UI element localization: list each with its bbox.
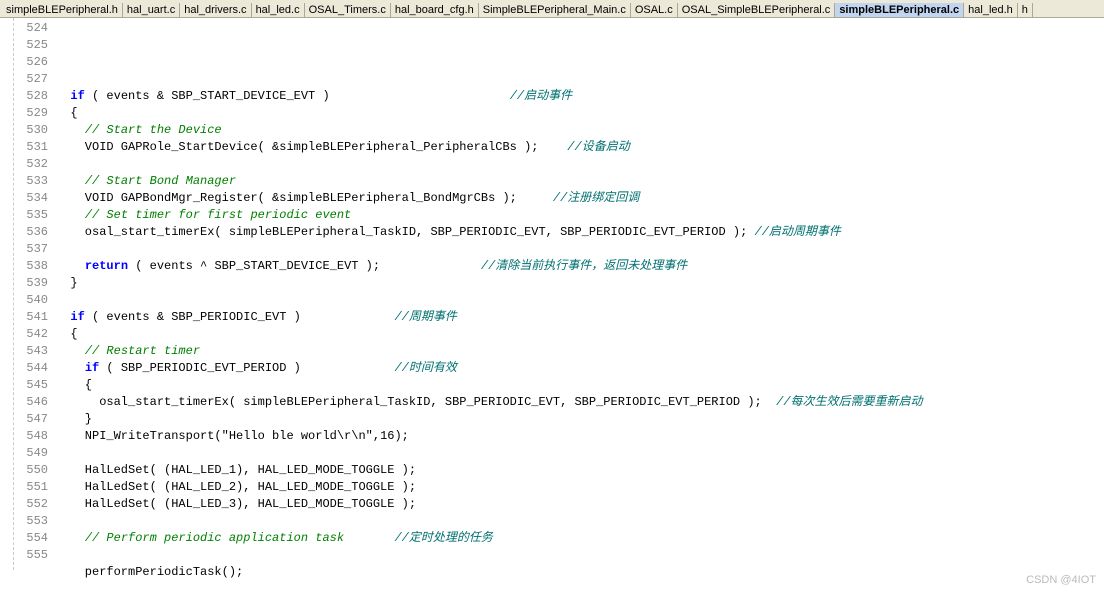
- line-number: 536: [14, 224, 48, 241]
- line-number-gutter: 5245255265275285295305315325335345355365…: [14, 18, 56, 570]
- line-number: 538: [14, 258, 48, 275]
- file-tab[interactable]: simpleBLEPeripheral.c: [835, 3, 964, 17]
- line-number: 544: [14, 360, 48, 377]
- code-line[interactable]: // Set timer for first periodic event: [56, 207, 1104, 224]
- file-tab[interactable]: hal_led.c: [252, 3, 305, 17]
- line-number: 535: [14, 207, 48, 224]
- line-number: 546: [14, 394, 48, 411]
- code-line[interactable]: [56, 241, 1104, 258]
- line-number: 545: [14, 377, 48, 394]
- code-line[interactable]: [56, 292, 1104, 309]
- code-line[interactable]: NPI_WriteTransport("Hello ble world\r\n"…: [56, 428, 1104, 445]
- line-number: 537: [14, 241, 48, 258]
- fold-gutter: [0, 18, 14, 570]
- code-line[interactable]: if ( SBP_PERIODIC_EVT_PERIOD ) //时间有效: [56, 360, 1104, 377]
- line-number: 532: [14, 156, 48, 173]
- line-number: 553: [14, 513, 48, 530]
- code-line[interactable]: {: [56, 377, 1104, 394]
- file-tab[interactable]: hal_drivers.c: [180, 3, 251, 17]
- code-line[interactable]: [56, 445, 1104, 462]
- code-line[interactable]: [56, 513, 1104, 530]
- code-line[interactable]: VOID GAPBondMgr_Register( &simpleBLEPeri…: [56, 190, 1104, 207]
- file-tab[interactable]: hal_led.h: [964, 3, 1018, 17]
- line-number: 531: [14, 139, 48, 156]
- code-line[interactable]: {: [56, 105, 1104, 122]
- file-tab[interactable]: h: [1018, 3, 1033, 17]
- code-line[interactable]: [56, 547, 1104, 564]
- file-tab[interactable]: OSAL.c: [631, 3, 678, 17]
- code-line[interactable]: [56, 71, 1104, 88]
- code-line[interactable]: }: [56, 411, 1104, 428]
- line-number: 555: [14, 547, 48, 564]
- code-line[interactable]: HalLedSet( (HAL_LED_1), HAL_LED_MODE_TOG…: [56, 462, 1104, 479]
- line-number: 526: [14, 54, 48, 71]
- line-number: 524: [14, 20, 48, 37]
- file-tab[interactable]: simpleBLEPeripheral.h: [2, 3, 123, 17]
- file-tab[interactable]: hal_uart.c: [123, 3, 180, 17]
- line-number: 529: [14, 105, 48, 122]
- code-text-area[interactable]: if ( events & SBP_START_DEVICE_EVT ) //启…: [56, 18, 1104, 570]
- code-line[interactable]: performPeriodicTask();: [56, 564, 1104, 581]
- line-number: 539: [14, 275, 48, 292]
- code-line[interactable]: HalLedSet( (HAL_LED_3), HAL_LED_MODE_TOG…: [56, 496, 1104, 513]
- file-tab[interactable]: hal_board_cfg.h: [391, 3, 479, 17]
- code-line[interactable]: if ( events & SBP_PERIODIC_EVT ) //周期事件: [56, 309, 1104, 326]
- watermark: CSDN @4IOT: [1026, 574, 1096, 586]
- code-line[interactable]: [56, 156, 1104, 173]
- line-number: 549: [14, 445, 48, 462]
- line-number: 540: [14, 292, 48, 309]
- file-tab[interactable]: SimpleBLEPeripheral_Main.c: [479, 3, 631, 17]
- file-tab[interactable]: OSAL_SimpleBLEPeripheral.c: [678, 3, 836, 17]
- line-number: 554: [14, 530, 48, 547]
- tab-bar: simpleBLEPeripheral.hhal_uart.chal_drive…: [0, 0, 1104, 18]
- code-line[interactable]: osal_start_timerEx( simpleBLEPeripheral_…: [56, 224, 1104, 241]
- line-number: 542: [14, 326, 48, 343]
- code-line[interactable]: return ( events ^ SBP_START_DEVICE_EVT )…: [56, 258, 1104, 275]
- file-tab[interactable]: OSAL_Timers.c: [305, 3, 391, 17]
- code-editor[interactable]: 5245255265275285295305315325335345355365…: [0, 18, 1104, 570]
- line-number: 543: [14, 343, 48, 360]
- line-number: 552: [14, 496, 48, 513]
- code-line[interactable]: [56, 581, 1104, 598]
- line-number: 548: [14, 428, 48, 445]
- code-line[interactable]: [56, 598, 1104, 615]
- line-number: 534: [14, 190, 48, 207]
- line-number: 550: [14, 462, 48, 479]
- code-line[interactable]: VOID GAPRole_StartDevice( &simpleBLEPeri…: [56, 139, 1104, 156]
- code-line[interactable]: {: [56, 326, 1104, 343]
- line-number: 547: [14, 411, 48, 428]
- line-number: 527: [14, 71, 48, 88]
- code-line[interactable]: osal_start_timerEx( simpleBLEPeripheral_…: [56, 394, 1104, 411]
- line-number: 530: [14, 122, 48, 139]
- code-line[interactable]: // Restart timer: [56, 343, 1104, 360]
- line-number: 528: [14, 88, 48, 105]
- line-number: 551: [14, 479, 48, 496]
- code-line[interactable]: // Perform periodic application task //定…: [56, 530, 1104, 547]
- line-number: 541: [14, 309, 48, 326]
- code-line[interactable]: HalLedSet( (HAL_LED_2), HAL_LED_MODE_TOG…: [56, 479, 1104, 496]
- code-line[interactable]: }: [56, 275, 1104, 292]
- line-number: 533: [14, 173, 48, 190]
- code-line[interactable]: // Start Bond Manager: [56, 173, 1104, 190]
- line-number: 525: [14, 37, 48, 54]
- code-line[interactable]: if ( events & SBP_START_DEVICE_EVT ) //启…: [56, 88, 1104, 105]
- code-line[interactable]: // Start the Device: [56, 122, 1104, 139]
